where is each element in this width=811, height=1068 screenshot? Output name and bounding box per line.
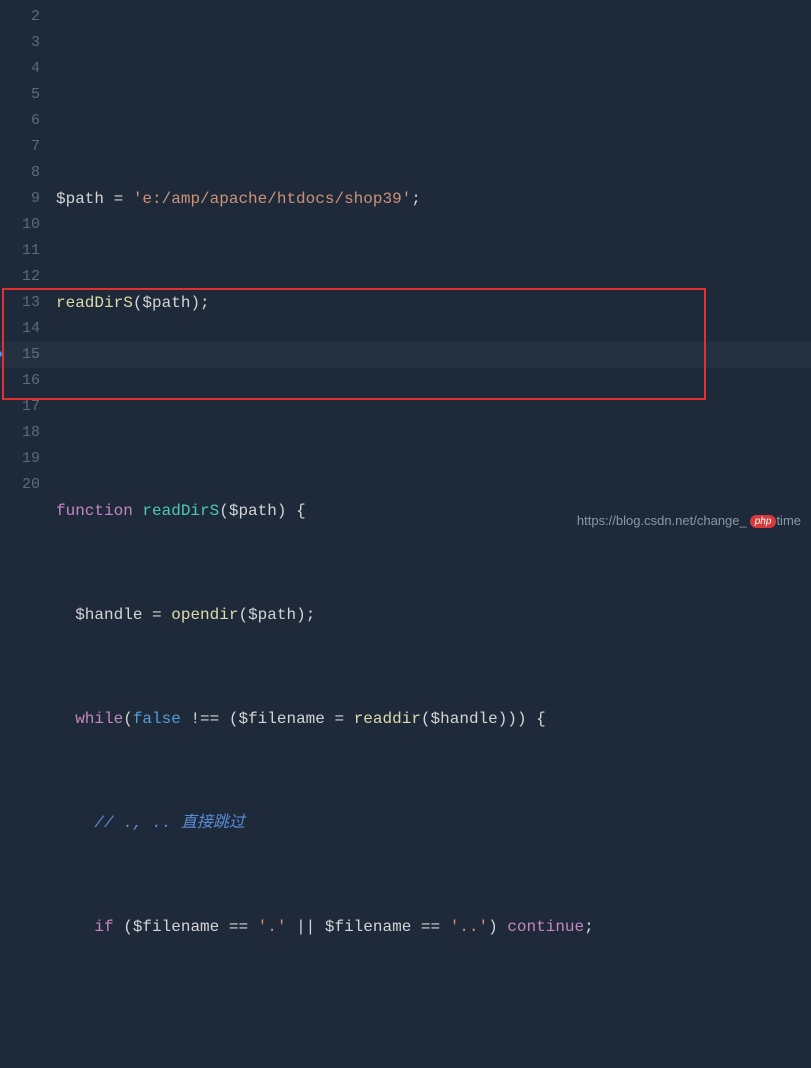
csdn-watermark: https://blog.csdn.net/change_phptime (577, 513, 801, 528)
line-number: 15 (8, 342, 40, 368)
line-number: 19 (8, 446, 40, 472)
keyword: function (56, 502, 133, 520)
line-number: 20 (8, 472, 40, 498)
function-def: readDirS (133, 502, 219, 520)
code-area: $path = 'e:/amp/apache/htdocs/shop39'; r… (52, 0, 811, 534)
code-line: $path = 'e:/amp/apache/htdocs/shop39'; (56, 186, 811, 212)
line-number: 4 (8, 56, 40, 82)
line-number: 10 (8, 212, 40, 238)
code-line: while(false !== ($filename = readdir($ha… (56, 706, 811, 732)
function-call: readDirS (56, 294, 133, 312)
line-number: 8 (8, 160, 40, 186)
code-line (56, 394, 811, 420)
line-number: 13 (8, 290, 40, 316)
line-number: 9 (8, 186, 40, 212)
current-line-highlight (0, 342, 811, 368)
line-number: 17 (8, 394, 40, 420)
code-line: $handle = opendir($path); (56, 602, 811, 628)
line-number: 11 (8, 238, 40, 264)
code-line (56, 1018, 811, 1044)
line-number: 5 (8, 82, 40, 108)
line-number: 6 (8, 108, 40, 134)
line-number: 12 (8, 264, 40, 290)
variable: $path (56, 190, 104, 208)
php-badge-icon: php (750, 515, 777, 528)
code-line: readDirS($path); (56, 290, 811, 316)
string-literal: 'e:/amp/apache/htdocs/shop39' (133, 190, 411, 208)
line-number: 16 (8, 368, 40, 394)
line-number-gutter: 234567891011121314151617181920 (0, 0, 52, 534)
line-number: 14 (8, 316, 40, 342)
line-number: 18 (8, 420, 40, 446)
comment: // ., .. 直接跳过 (94, 814, 244, 832)
code-line: if ($filename == '.' || $filename == '..… (56, 914, 811, 940)
line-number: 3 (8, 30, 40, 56)
code-editor: 234567891011121314151617181920 $path = '… (0, 0, 811, 534)
line-number: 7 (8, 134, 40, 160)
code-line: // ., .. 直接跳过 (56, 810, 811, 836)
line-number: 2 (8, 4, 40, 30)
